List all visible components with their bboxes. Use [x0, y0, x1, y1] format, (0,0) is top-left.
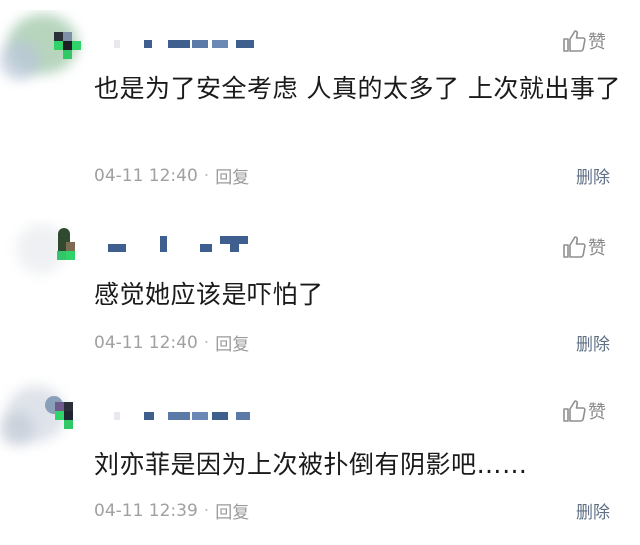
comment-text: 也是为了安全考虑 人真的太多了 上次就出事了 — [94, 74, 621, 103]
separator-dot: · — [203, 165, 210, 186]
timestamp: 04-11 12:40 — [94, 165, 198, 186]
comment-text: 刘亦菲是因为上次被扑倒有阴影吧…… — [94, 450, 528, 479]
comment-item: 赞 也是为了安全考虑 人真的太多了 上次就出事了 04-11 12:40 · 回… — [0, 0, 640, 200]
delete-button[interactable]: 删除 — [576, 163, 610, 188]
avatar[interactable] — [0, 376, 90, 456]
separator-dot: · — [203, 500, 210, 521]
timestamp: 04-11 12:39 — [94, 500, 198, 521]
username-redacted[interactable] — [108, 412, 268, 422]
like-label: 赞 — [588, 238, 606, 259]
thumbs-up-icon — [562, 235, 586, 259]
comment-meta: 04-11 12:40 · 回复 — [94, 163, 249, 189]
separator-dot: · — [203, 332, 210, 353]
timestamp: 04-11 12:40 — [94, 332, 198, 353]
delete-button[interactable]: 删除 — [576, 498, 610, 523]
thumbs-up-icon — [562, 29, 586, 53]
username-redacted[interactable] — [108, 236, 268, 254]
avatar[interactable] — [0, 10, 90, 90]
like-label: 赞 — [588, 402, 606, 423]
username-redacted[interactable] — [108, 40, 268, 50]
reply-button[interactable]: 回复 — [215, 498, 249, 523]
comment-meta: 04-11 12:40 · 回复 — [94, 330, 249, 356]
like-button[interactable]: 赞 — [562, 234, 606, 260]
thumbs-up-icon — [562, 399, 586, 423]
avatar[interactable] — [0, 218, 90, 298]
reply-button[interactable]: 回复 — [215, 163, 249, 188]
like-button[interactable]: 赞 — [562, 398, 606, 424]
like-label: 赞 — [588, 32, 606, 53]
comment-text: 感觉她应该是吓怕了 — [94, 280, 324, 309]
comment-item: 赞 感觉她应该是吓怕了 04-11 12:40 · 回复 删除 — [0, 200, 640, 370]
reply-button[interactable]: 回复 — [215, 330, 249, 355]
comment-item: 赞 刘亦菲是因为上次被扑倒有阴影吧…… 04-11 12:39 · 回复 删除 — [0, 370, 640, 545]
comment-meta: 04-11 12:39 · 回复 — [94, 498, 249, 524]
delete-button[interactable]: 删除 — [576, 330, 610, 355]
like-button[interactable]: 赞 — [562, 28, 606, 54]
